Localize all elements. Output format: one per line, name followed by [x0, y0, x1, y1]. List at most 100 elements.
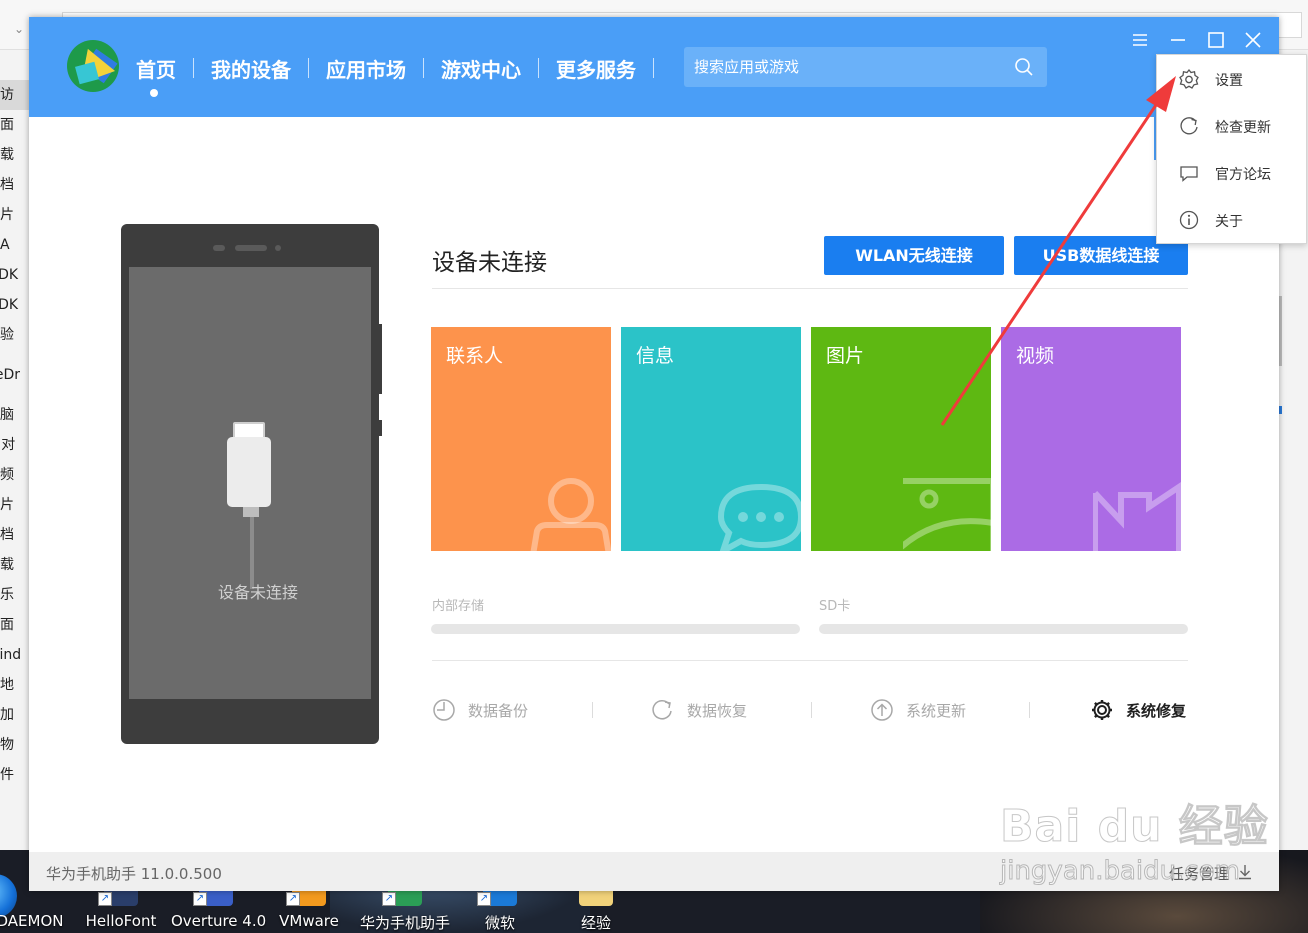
- hisuite-window: 首页 我的设备 应用市场 游戏中心 更多服务 搜索应用或游戏 设备未连接 设备未…: [29, 17, 1279, 891]
- action-label: 系统修复: [1126, 701, 1187, 720]
- taskbar-label: DAEMON: [0, 912, 64, 930]
- tile-messages[interactable]: 信息: [621, 327, 801, 551]
- menu-item-forum[interactable]: 官方论坛: [1157, 150, 1306, 197]
- contact-icon: [530, 478, 611, 551]
- chevron-down-icon[interactable]: ⌄: [14, 22, 24, 36]
- nav-divider: [423, 58, 424, 78]
- refresh-icon: [1180, 117, 1198, 135]
- nav-item-local-disk[interactable]: 本地: [0, 670, 30, 700]
- nav-item-pictures-2[interactable]: 图片: [0, 490, 30, 520]
- phone-speaker: [235, 245, 267, 251]
- taskbar-label: HelloFont: [85, 912, 157, 930]
- shortcut-arrow-icon: ↗: [286, 892, 300, 906]
- sd-card-label: SD卡: [819, 599, 851, 614]
- data-backup-button[interactable]: 数据备份: [432, 697, 528, 723]
- internal-storage-label: 内部存储: [432, 599, 485, 614]
- menu-item-about[interactable]: 关于: [1157, 197, 1306, 244]
- gear-icon: [1179, 68, 1199, 89]
- nav-item-videos[interactable]: 视频: [0, 460, 30, 490]
- nav-item-folder[interactable]: ，A: [0, 230, 30, 260]
- nav-item-this-pc[interactable]: 电脑: [0, 400, 30, 430]
- tab-home[interactable]: 首页: [136, 54, 176, 83]
- menu-icon[interactable]: [1129, 29, 1151, 51]
- search-input[interactable]: [694, 47, 994, 87]
- action-divider: [1029, 702, 1030, 718]
- tile-videos[interactable]: 视频: [1001, 327, 1181, 551]
- nav-divider: [193, 58, 194, 78]
- tab-game-center[interactable]: 游戏中心: [441, 54, 521, 83]
- app-header: 首页 我的设备 应用市场 游戏中心 更多服务: [29, 17, 1279, 117]
- search-icon[interactable]: [1014, 57, 1034, 77]
- phone-screen: 设备未连接: [129, 267, 371, 699]
- nav-item-desktop-2[interactable]: 桌面: [0, 610, 30, 640]
- watermark-brand: Bai du 经验: [1000, 801, 1269, 853]
- hisuite-logo-icon[interactable]: [67, 40, 119, 92]
- nav-item-mdk-2[interactable]: MDK: [0, 290, 30, 320]
- nav-item-documents-2[interactable]: 文档: [0, 520, 30, 550]
- action-label: 系统更新: [906, 701, 967, 720]
- search-box[interactable]: [684, 47, 1047, 87]
- nav-item-onedrive[interactable]: neDr: [0, 360, 30, 390]
- phone-side-button: [378, 324, 382, 394]
- phone-status-text: 设备未连接: [217, 583, 298, 602]
- usb-plug-icon: [227, 437, 271, 507]
- nav-item-new-volume[interactable]: 新加: [0, 700, 30, 730]
- system-repair-button[interactable]: 系统修复: [1090, 697, 1186, 723]
- menu-item-settings[interactable]: 设置: [1157, 56, 1306, 103]
- data-restore-button[interactable]: 数据恢复: [651, 697, 747, 723]
- forum-icon: [1180, 166, 1198, 182]
- taskbar-label: 经验: [580, 914, 611, 932]
- nav-item-items: 目: [0, 818, 30, 838]
- tile-contacts[interactable]: 联系人: [431, 327, 611, 551]
- nav-item-pictures[interactable]: 图片: [0, 200, 30, 230]
- minimize-icon[interactable]: [1167, 29, 1189, 51]
- shortcut-arrow-icon: ↗: [193, 892, 207, 906]
- nav-item-3d-objects[interactable]: D 对: [0, 430, 30, 460]
- watermark-url: jingyan.baidu.com: [1000, 856, 1241, 887]
- tab-app-market[interactable]: 应用市场: [326, 54, 406, 83]
- nav-item-mdk-1[interactable]: MDK: [0, 260, 30, 290]
- tab-more-services[interactable]: 更多服务: [556, 54, 636, 83]
- nav-item-downloads-2[interactable]: 下载: [0, 550, 30, 580]
- phone-side-button: [378, 420, 382, 436]
- baidu-jingyan-watermark: Bai du 经验 jingyan.baidu.com: [1000, 790, 1300, 910]
- wlan-connect-button[interactable]: WLAN无线连接: [824, 236, 1004, 275]
- logo-cyan-shape: [75, 61, 99, 85]
- nav-item-quick-access[interactable]: 速访: [0, 80, 30, 110]
- close-icon[interactable]: [1242, 29, 1264, 51]
- tile-label: 图片: [826, 345, 865, 367]
- nav-divider: [538, 58, 539, 78]
- menu-label: 关于: [1215, 214, 1243, 230]
- internal-storage-bar: [431, 624, 800, 634]
- nav-item-misc[interactable]: 杂物: [0, 730, 30, 760]
- nav-item-documents[interactable]: 文档: [0, 170, 30, 200]
- tile-pictures[interactable]: 图片: [811, 327, 991, 551]
- nav-item-windows[interactable]: Wind: [0, 640, 30, 670]
- shortcut-arrow-icon: ↗: [382, 892, 396, 906]
- menu-item-check-update[interactable]: 检查更新: [1157, 103, 1306, 150]
- selection-marker: [1279, 406, 1282, 414]
- shortcut-arrow-icon: ↗: [98, 892, 112, 906]
- taskbar-label: 华为手机助手: [360, 914, 451, 932]
- nav-divider: [308, 58, 309, 78]
- tab-my-devices[interactable]: 我的设备: [211, 54, 291, 83]
- system-update-button[interactable]: 系统更新: [870, 697, 966, 723]
- menu-label: 官方论坛: [1215, 167, 1271, 183]
- scrollbar[interactable]: [1279, 296, 1282, 366]
- main-nav: 首页 我的设备 应用市场 游戏中心 更多服务: [136, 53, 671, 83]
- maximize-icon[interactable]: [1205, 29, 1227, 51]
- nav-item-software[interactable]: 软件: [0, 760, 30, 790]
- action-divider: [811, 702, 812, 718]
- settings-dropdown-menu: 设置 检查更新 官方论坛 关于: [1156, 54, 1307, 244]
- nav-item-desktop[interactable]: 桌面: [0, 110, 30, 140]
- usb-plug-neck: [243, 507, 259, 517]
- version-label: 华为手机助手 11.0.0.500: [46, 865, 222, 883]
- nav-item-experience[interactable]: 经验: [0, 320, 30, 350]
- nav-item-music[interactable]: 音乐: [0, 580, 30, 610]
- video-icon: [1093, 482, 1181, 551]
- nav-item-downloads[interactable]: 下载: [0, 140, 30, 170]
- shortcut-arrow-icon: ↗: [477, 892, 491, 906]
- nav-item-network[interactable]: 络: [0, 798, 30, 818]
- divider: [432, 288, 1188, 289]
- tile-label: 联系人: [446, 345, 504, 367]
